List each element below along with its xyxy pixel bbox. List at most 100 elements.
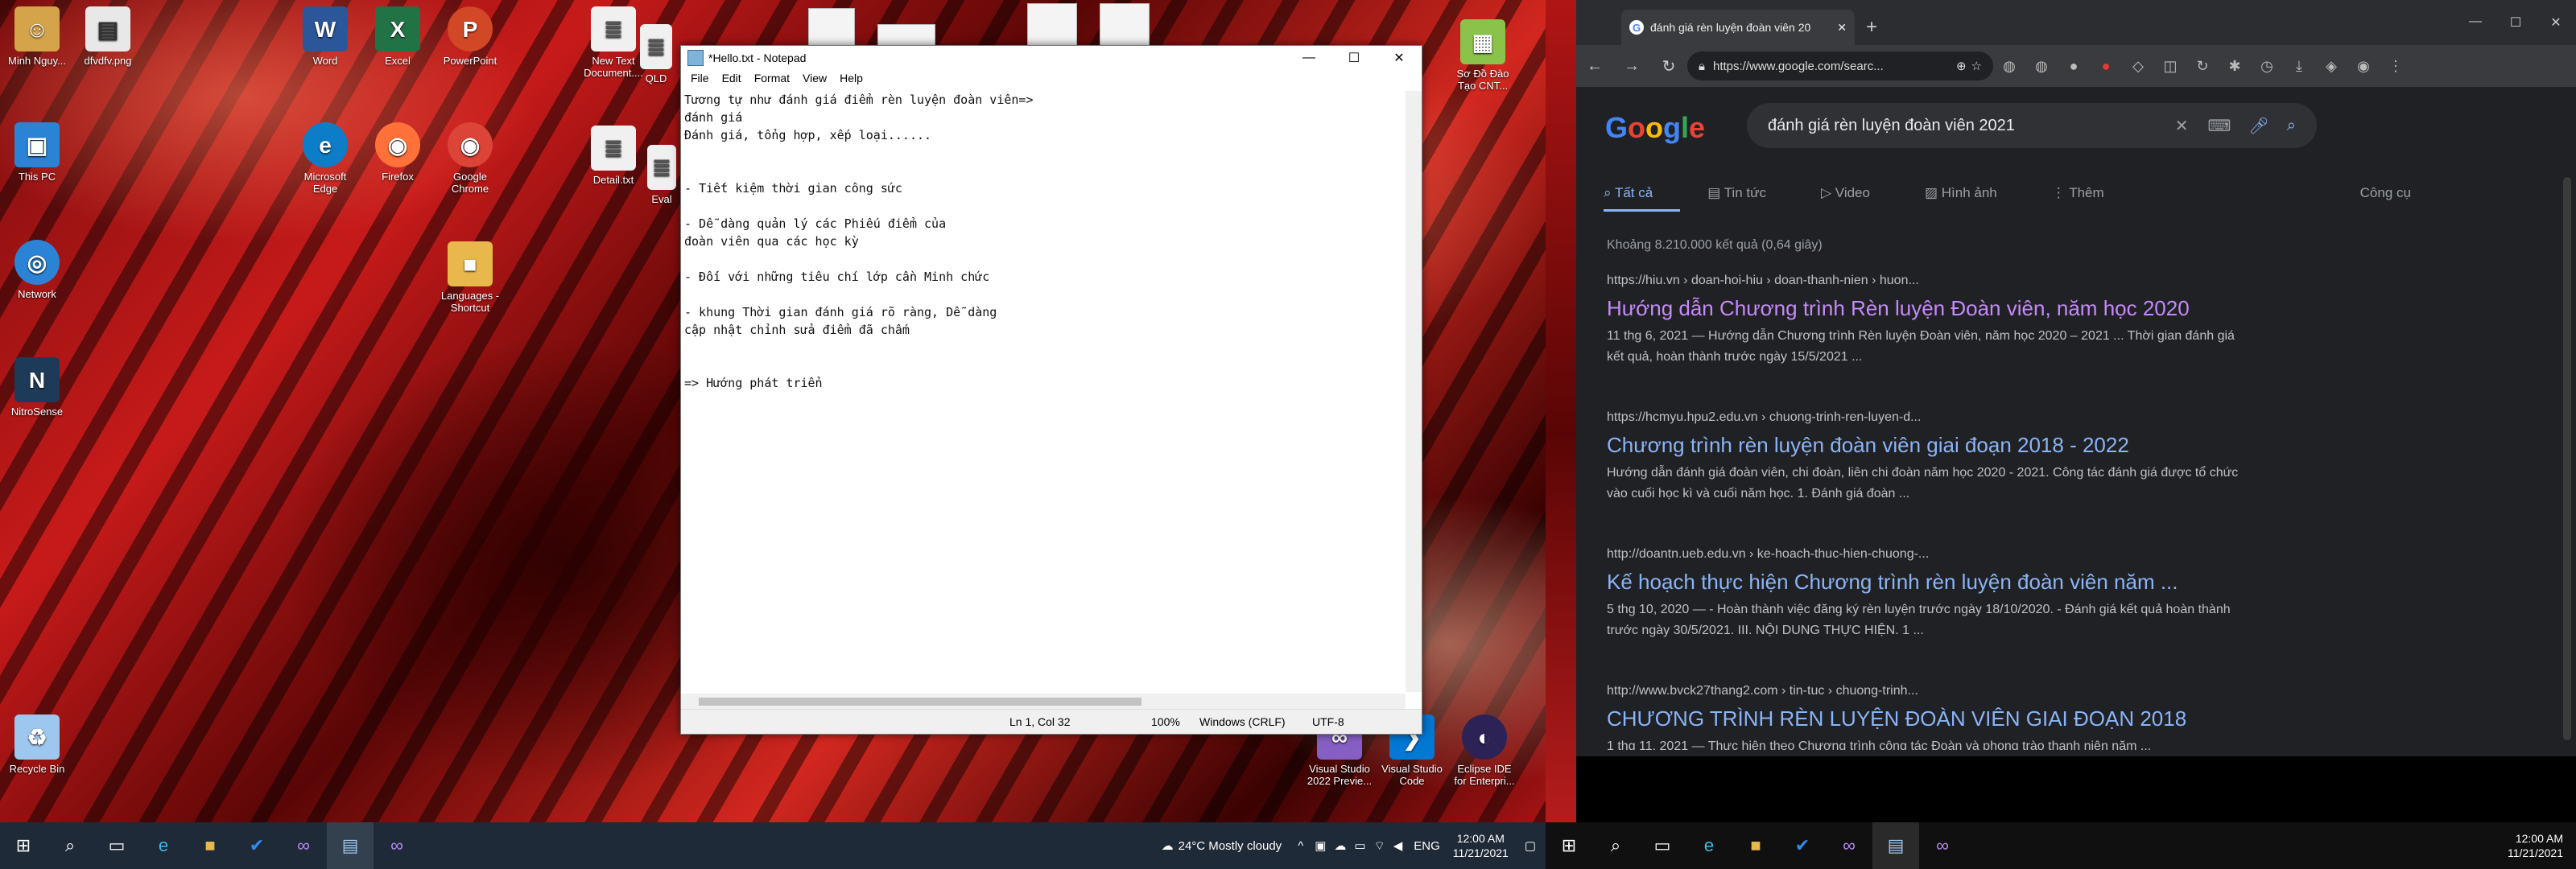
todo-icon[interactable]: ✔ — [1779, 822, 1826, 869]
file-explorer-icon[interactable]: ■ — [187, 822, 233, 869]
file-explorer-icon[interactable]: ■ — [1732, 822, 1779, 869]
desktop-icon-recycle-bin[interactable]: ♻ Recycle Bin — [3, 715, 71, 775]
desktop-icon-network[interactable]: ◎ Network — [3, 240, 71, 300]
back-icon[interactable]: ← — [1576, 57, 1613, 76]
result-url[interactable]: http://www.bvck27thang2.com › tin-tuc › … — [1607, 684, 2243, 698]
search-box[interactable]: đánh giá rèn luyện đoàn viên 2021 ✕ ⌨ 🎤︎… — [1747, 103, 2317, 148]
google-doodle-logo[interactable]: Google — [1605, 111, 1705, 145]
desktop-icon-nitrosense[interactable]: N NitroSense — [3, 357, 71, 418]
desktop-icon-eclipse[interactable]: ◐ Eclipse IDE for Enterpri... — [1451, 715, 1518, 787]
volume-icon[interactable]: ◀ — [1393, 838, 1403, 853]
extension-icon[interactable]: ◈ — [2315, 58, 2347, 75]
edge-taskbar-icon[interactable]: e — [1686, 822, 1732, 869]
clock[interactable]: 12:00 AM 11/21/2021 — [2508, 831, 2563, 860]
start-button[interactable]: ⊞ — [0, 822, 47, 869]
extension-icon[interactable]: ● — [2090, 58, 2122, 75]
desktop-icon-firefox[interactable]: ◉ Firefox — [364, 122, 431, 183]
tab-tools[interactable]: Công cụ — [2360, 185, 2411, 212]
extension-icon[interactable]: ◇ — [2122, 58, 2154, 75]
search-icon[interactable]: ⌕ — [2287, 117, 2296, 135]
tab-news[interactable]: ▤ Tin tức — [1707, 185, 1794, 212]
profile-avatar-icon[interactable]: ◉ — [2347, 58, 2380, 75]
maximize-button[interactable]: ☐ — [2496, 14, 2536, 31]
menu-format[interactable]: Format — [748, 70, 796, 88]
minimize-button[interactable]: — — [2455, 14, 2496, 31]
clear-search-icon[interactable]: ✕ — [2175, 116, 2189, 136]
desktop-icon-detail-txt[interactable]: ≣ Detail.txt — [580, 126, 647, 186]
forward-icon[interactable]: → — [1613, 57, 1650, 76]
desktop-icon-eval[interactable]: ≣ Eval — [644, 145, 679, 205]
vertical-scrollbar[interactable] — [1406, 91, 1422, 692]
desktop-icon-so-do-dao-tao[interactable]: ▦ Sơ Đồ Đào Tạo CNT... — [1449, 19, 1517, 92]
weather-text[interactable]: 24°C Mostly cloudy — [1179, 839, 1282, 853]
result-title[interactable]: Chương trình rèn luyện đoàn viên giai đo… — [1607, 433, 2243, 458]
keyboard-icon[interactable]: ⌨ — [2208, 116, 2231, 136]
download-icon[interactable]: ⤓ — [2283, 58, 2315, 75]
menu-view[interactable]: View — [796, 70, 833, 88]
bookmark-star-icon[interactable]: ☆ — [1971, 59, 1982, 73]
chrome-window[interactable]: G đánh giá rèn luyện đoàn viên 20 ✕ + — … — [1576, 0, 2576, 756]
onedrive-icon[interactable]: ☁ — [1334, 838, 1346, 853]
scrollbar-thumb[interactable] — [699, 698, 1141, 706]
result-url[interactable]: https://hiu.vn › doan-hoi-hiu › doan-tha… — [1607, 274, 2243, 288]
weather-icon[interactable]: ☁ — [1162, 838, 1174, 853]
page-scrollbar[interactable] — [2563, 177, 2571, 740]
tab-google-search[interactable]: G đánh giá rèn luyện đoàn viên 20 ✕ — [1621, 10, 1855, 45]
wifi-icon[interactable]: ⌔ — [1374, 838, 1385, 854]
search-query[interactable]: đánh giá rèn luyện đoàn viên 2021 — [1768, 117, 2175, 135]
desktop-icon-languages-shortcut[interactable]: ■ Languages - Shortcut — [436, 241, 504, 314]
tab-video[interactable]: ▷ Video — [1821, 185, 1897, 212]
desktop-icon-powerpoint[interactable]: P PowerPoint — [436, 6, 504, 67]
tab-more[interactable]: ⋮ Thêm — [2052, 185, 2132, 212]
desktop-icon-qld[interactable]: ≣ QLD — [636, 24, 676, 84]
task-view-icon[interactable]: ▭ — [1639, 822, 1686, 869]
microphone-icon[interactable]: 🎤︎ — [2248, 116, 2268, 136]
close-tab-icon[interactable]: ✕ — [1837, 21, 1847, 35]
document-thumbnail[interactable] — [808, 8, 855, 47]
extension-icon[interactable]: ◍ — [1993, 58, 2025, 75]
search-icon[interactable]: ⌕ — [47, 822, 93, 869]
tab-all[interactable]: ⌕ Tất cả — [1604, 185, 1681, 212]
menu-dots-icon[interactable]: ⋮ — [2380, 58, 2412, 75]
menu-help[interactable]: Help — [833, 70, 869, 88]
menu-file[interactable]: File — [684, 70, 716, 88]
result-title[interactable]: Kế hoạch thực hiện Chương trình rèn luyệ… — [1607, 570, 2243, 595]
document-thumbnail[interactable] — [1100, 3, 1150, 47]
notepad-text-area[interactable]: Tương tự như đánh giá điểm rèn luyện đoà… — [684, 91, 1404, 692]
desktop-icon-user-folder[interactable]: ☺ Minh Nguy... — [3, 6, 71, 67]
result-title[interactable]: CHƯƠNG TRÌNH RÈN LUYỆN ĐOÀN VIÊN GIAI ĐO… — [1607, 706, 2243, 731]
chevron-up-icon[interactable]: ^ — [1298, 839, 1303, 853]
desktop-icon-chrome[interactable]: ◉ Google Chrome — [436, 122, 504, 195]
screenshot-icon[interactable]: ◫ — [2154, 58, 2186, 75]
zoom-icon[interactable]: ⊕ — [1956, 59, 1967, 73]
close-button[interactable]: ✕ — [1377, 46, 1422, 70]
visual-studio-taskbar-icon[interactable]: ∞ — [1826, 822, 1872, 869]
horizontal-scrollbar[interactable] — [681, 694, 1406, 710]
reload-icon[interactable]: ↻ — [1650, 56, 1687, 76]
address-bar[interactable]: 🔒︎ https://www.google.com/searc... ⊕ ☆ — [1687, 51, 1993, 80]
start-button[interactable]: ⊞ — [1546, 822, 1592, 869]
result-url[interactable]: http://doantn.ueb.edu.vn › ke-hoach-thuc… — [1607, 547, 2243, 562]
desktop-icon-png[interactable]: ▤ dfvdfv.png — [74, 6, 142, 67]
search-icon[interactable]: ⌕ — [1592, 822, 1639, 869]
notepad-title-bar[interactable]: *Hello.txt - Notepad — ☐ ✕ — [681, 46, 1422, 70]
task-view-icon[interactable]: ▭ — [93, 822, 140, 869]
menu-edit[interactable]: Edit — [716, 70, 748, 88]
desktop-icon-excel[interactable]: X Excel — [364, 6, 431, 67]
document-thumbnail[interactable] — [1027, 3, 1077, 47]
visual-studio-taskbar-icon[interactable]: ∞ — [280, 822, 327, 869]
extension-icon[interactable]: ◍ — [2025, 58, 2058, 75]
battery-icon[interactable]: ▭ — [1354, 838, 1365, 853]
desktop-icon-edge[interactable]: e Microsoft Edge — [291, 122, 359, 195]
tab-images[interactable]: ▨ Hình ảnh — [1925, 185, 2025, 212]
language-indicator[interactable]: ENG — [1414, 839, 1440, 853]
notifications-icon[interactable]: ▢ — [1525, 838, 1536, 853]
history-icon[interactable]: ◷ — [2251, 58, 2283, 75]
document-thumbnail[interactable] — [877, 24, 935, 47]
new-tab-button[interactable]: + — [1866, 16, 1877, 39]
edge-taskbar-icon[interactable]: e — [140, 822, 187, 869]
minimize-button[interactable]: — — [1286, 46, 1331, 70]
extension-icon[interactable]: ↻ — [2186, 58, 2219, 75]
notepad-taskbar-icon[interactable]: ▤ — [1872, 822, 1919, 869]
clock[interactable]: 12:00 AM 11/21/2021 — [1453, 831, 1509, 860]
